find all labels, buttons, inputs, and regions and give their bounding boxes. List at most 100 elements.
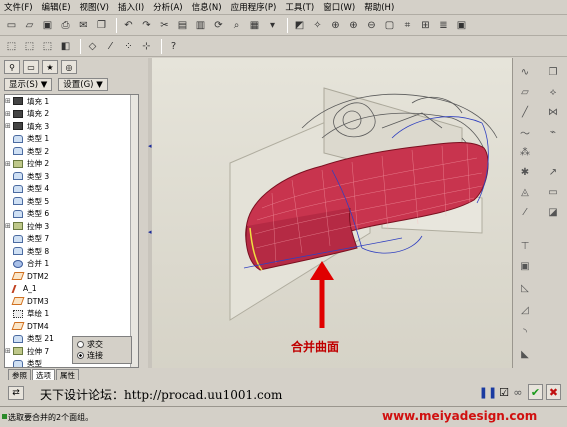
shading-icon[interactable]: ◧ [58,39,73,54]
menu-edit[interactable]: 编辑(E) [42,1,71,13]
paste-icon[interactable]: ▤ [175,18,190,33]
menu-help[interactable]: 帮助(H) [364,1,394,13]
expand-icon[interactable]: ⊞ [5,97,13,105]
reorient-icon[interactable]: ⌗ [400,18,415,33]
datum-points-icon[interactable]: ⁘ [121,39,136,54]
menu-file[interactable]: 文件(F) [4,1,33,13]
datum-line-icon[interactable]: ⁄ [517,204,533,220]
expand-icon[interactable]: ⊞ [5,347,13,355]
sash-arrow-icon[interactable]: ◂ [148,228,152,236]
accept-check-icon[interactable]: ✔ [528,384,543,400]
settings-dropdown[interactable]: 设置(G) ▼ [58,77,108,91]
save-icon[interactable]: ▣ [40,18,55,33]
expand-icon[interactable]: ⊞ [5,110,13,118]
regenerate-icon[interactable]: ⟳ [211,18,226,33]
sketch-curve-icon[interactable]: 〜 [517,124,533,140]
tree-item[interactable]: 类型 2 [5,145,138,158]
favorites-tab-icon[interactable]: ★ [42,60,58,74]
swap-icon[interactable]: ⇄ [8,386,24,400]
new-file-icon[interactable]: ▭ [4,18,19,33]
hidden-line-icon[interactable]: ⬚ [22,39,37,54]
menu-tools[interactable]: 工具(T) [285,1,314,13]
tab-options[interactable]: 选项 [32,369,55,380]
zoom-out-icon[interactable]: ⊖ [364,18,379,33]
no-hidden-icon[interactable]: ⬚ [40,39,55,54]
shell-icon[interactable]: ▣ [517,258,533,274]
mirror-icon[interactable]: ⟡ [545,84,561,100]
model-tree-tab-icon[interactable]: ⚲ [4,60,20,74]
round-icon[interactable]: ◝ [517,324,533,340]
expand-icon[interactable]: ⊞ [5,160,13,168]
solidify-icon[interactable]: ◪ [545,204,561,220]
join-radio[interactable] [77,352,84,359]
tab-references[interactable]: 参照 [8,369,31,380]
layers-icon[interactable]: ≣ [436,18,451,33]
saved-views-icon[interactable]: ⊞ [418,18,433,33]
refit-icon[interactable]: ▢ [382,18,397,33]
menu-info[interactable]: 信息(N) [192,1,222,13]
trim-icon[interactable]: ⌁ [545,124,561,140]
draft-icon[interactable]: ◿ [517,302,533,318]
tree-item[interactable]: 类型 7 [5,233,138,246]
binocular-icon[interactable]: ⌕ [229,18,244,33]
tree-item[interactable]: 类型 6 [5,208,138,221]
copy-icon[interactable]: ❐ [94,18,109,33]
intersect-radio[interactable] [77,341,84,348]
web-tab-icon[interactable]: ◎ [61,60,77,74]
coordinate-system-icon[interactable]: ⊹ [139,39,154,54]
tree-item[interactable]: ⊞ 填充 3 [5,120,138,133]
cancel-x-icon[interactable]: ✖ [546,384,561,400]
dropdown-arrow-icon[interactable]: ▾ [265,18,280,33]
tree-item[interactable]: DTM2 [5,270,138,283]
tree-item[interactable]: 类型 5 [5,195,138,208]
graphics-viewport[interactable] [152,58,512,368]
tree-item[interactable]: ⊞ 拉伸 3 [5,220,138,233]
pattern-icon[interactable]: ⋈ [545,104,561,120]
tree-item[interactable]: 类型 3 [5,170,138,183]
plane-icon[interactable]: ▱ [517,84,533,100]
tree-item[interactable]: DTM3 [5,295,138,308]
analysis-icon[interactable]: ◬ [517,184,533,200]
menu-analysis[interactable]: 分析(A) [153,1,182,13]
rib-icon[interactable]: ◺ [517,280,533,296]
undo-icon[interactable]: ↶ [121,18,136,33]
tree-item[interactable]: 类型 1 [5,133,138,146]
expand-icon[interactable]: ⊞ [5,222,13,230]
expand-icon[interactable]: ⊞ [5,122,13,130]
sash-arrow-icon[interactable]: ◂ [148,142,152,150]
spin-center-icon[interactable]: ✧ [310,18,325,33]
menu-insert[interactable]: 插入(I) [118,1,144,13]
tab-properties[interactable]: 属性 [56,369,79,380]
axis-icon[interactable]: ╱ [517,104,533,120]
view-manager-icon[interactable]: ▣ [454,18,469,33]
tree-item[interactable]: 草绘 1 [5,308,138,321]
datum-axes-icon[interactable]: ⁄ [103,39,118,54]
wireframe-icon[interactable]: ⬚ [4,39,19,54]
offset-icon[interactable]: ▭ [545,184,561,200]
paste-special-icon[interactable]: ▥ [193,18,208,33]
zoom-in-icon[interactable]: ⊕ [346,18,361,33]
folder-browser-tab-icon[interactable]: ▭ [23,60,39,74]
repaint-icon[interactable]: ◩ [292,18,307,33]
print-icon[interactable]: ⎙ [58,18,73,33]
curve-icon[interactable]: ∿ [517,64,533,80]
hole-icon[interactable]: ⊤ [517,238,533,254]
redo-icon[interactable]: ↷ [139,18,154,33]
tree-item[interactable]: 合并 1 [5,258,138,271]
join-option[interactable]: 连接 [77,350,127,361]
show-dropdown[interactable]: 显示(S) ▼ [4,77,53,91]
menu-view[interactable]: 视图(V) [80,1,109,13]
csys-icon[interactable]: ✱ [517,164,533,180]
cut-icon[interactable]: ✂ [157,18,172,33]
tree-item[interactable]: 类型 8 [5,245,138,258]
context-help-icon[interactable]: ? [166,39,181,54]
tree-item[interactable]: 类型 4 [5,183,138,196]
pause-icon[interactable]: ❚❚ [479,384,497,400]
menu-applications[interactable]: 应用程序(P) [231,1,277,13]
datum-planes-icon[interactable]: ◇ [85,39,100,54]
email-icon[interactable]: ✉ [76,18,91,33]
extend-icon[interactable]: ↗ [545,164,561,180]
tree-item[interactable]: ⊞ 填充 2 [5,108,138,121]
tree-item[interactable]: ⊞ 填充 1 [5,95,138,108]
intersect-option[interactable]: 求交 [77,339,127,350]
